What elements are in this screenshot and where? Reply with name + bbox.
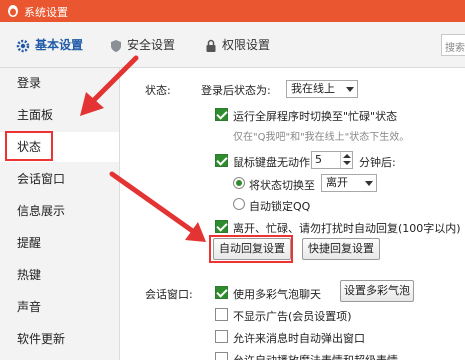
tab-label: 权限设置 <box>222 38 271 52</box>
lock-icon <box>206 39 216 52</box>
auto-reply-checkbox[interactable] <box>215 220 228 233</box>
tab-label: 安全设置 <box>127 38 176 52</box>
sidebar-item-hotkeys[interactable]: 热键 <box>0 260 119 290</box>
chevron-down-icon <box>365 181 373 186</box>
tab-security-settings[interactable]: 安全设置 <box>110 35 175 55</box>
tab-bar: 基本设置 安全设置 权限设置 搜索 <box>0 22 465 68</box>
switch-status-radio[interactable] <box>233 177 245 189</box>
bubble-label: 使用多彩气泡聊天 <box>233 288 321 301</box>
idle-checkbox[interactable] <box>215 154 228 167</box>
sidebar-item-sound[interactable]: 声音 <box>0 292 119 322</box>
idle-label: 鼠标键盘无动作 <box>233 156 310 169</box>
auto-popup-label: 允许来消息时自动弹出窗口 <box>233 332 365 345</box>
chevron-down-icon <box>346 87 354 92</box>
tab-basic-settings[interactable]: 基本设置 <box>16 35 83 55</box>
no-ads-checkbox[interactable] <box>215 308 228 321</box>
annotation-highlight-auto-reply <box>209 235 293 263</box>
bubble-checkbox[interactable] <box>215 286 228 299</box>
bubble-settings-button[interactable]: 设置多彩气泡 <box>340 280 414 302</box>
idle-suffix-label: 分钟后: <box>359 156 396 169</box>
window-title: 系统设置 <box>24 6 68 19</box>
after-login-status-label: 登录后状态为: <box>201 84 271 97</box>
sidebar-item-reminder[interactable]: 提醒 <box>0 228 119 258</box>
annotation-highlight-status <box>5 131 53 161</box>
auto-lock-radio[interactable] <box>233 198 245 210</box>
search-input[interactable]: 搜索 <box>441 34 465 56</box>
select-value: 离开 <box>326 176 348 189</box>
auto-reply-label: 离开、忙碌、请勿打扰时自动回复(100字以内) <box>233 222 461 235</box>
switch-status-label: 将状态切换至 <box>249 179 315 192</box>
stepper-buttons[interactable] <box>340 152 352 168</box>
shield-icon <box>111 39 121 52</box>
idle-minutes-stepper[interactable]: 5 <box>311 151 353 169</box>
tab-permission-settings[interactable]: 权限设置 <box>205 35 270 55</box>
auto-popup-checkbox[interactable] <box>215 330 228 343</box>
after-login-status-select[interactable]: 我在线上 <box>286 80 358 98</box>
fullscreen-hint: 仅在"Q我吧"和"我在线上"状态下生效。 <box>233 132 410 143</box>
sidebar-item-chat-window[interactable]: 会话窗口 <box>0 164 119 194</box>
tab-label: 基本设置 <box>35 38 84 52</box>
stepper-value: 5 <box>315 153 322 166</box>
settings-content: 状态: 登录后状态为: 我在线上 运行全屏程序时切换至"忙碌"状态 仅在"Q我吧… <box>121 68 465 360</box>
chevron-down-icon[interactable] <box>343 161 351 165</box>
qq-logo-icon <box>8 5 18 17</box>
gear-icon <box>16 39 30 52</box>
title-bar: 系统设置 <box>0 0 465 22</box>
sidebar-item-main-panel[interactable]: 主面板 <box>0 100 119 130</box>
sidebar-item-software-update[interactable]: 软件更新 <box>0 324 119 354</box>
fullscreen-busy-checkbox[interactable] <box>215 108 228 121</box>
status-section-label: 状态: <box>145 84 171 97</box>
quick-reply-settings-button[interactable]: 快捷回复设置 <box>302 238 380 260</box>
sidebar-item-info-display[interactable]: 信息展示 <box>0 196 119 226</box>
chevron-up-icon[interactable] <box>343 154 351 158</box>
sidebar: 登录 主面板 状态 会话窗口 信息展示 提醒 热键 声音 软件更新 <box>0 68 120 360</box>
no-ads-label: 不显示广告(会员设置项) <box>233 310 352 323</box>
magic-emoji-label: 允许自动播放魔法表情和超级表情 <box>233 352 398 360</box>
magic-emoji-checkbox[interactable] <box>215 352 228 360</box>
sidebar-item-login[interactable]: 登录 <box>0 68 119 98</box>
fullscreen-busy-label: 运行全屏程序时切换至"忙碌"状态 <box>233 110 398 123</box>
chat-section-label: 会话窗口: <box>145 288 193 301</box>
idle-status-select[interactable]: 离开 <box>321 174 377 192</box>
select-value: 我在线上 <box>291 82 335 95</box>
auto-lock-label: 自动锁定QQ <box>249 200 311 213</box>
